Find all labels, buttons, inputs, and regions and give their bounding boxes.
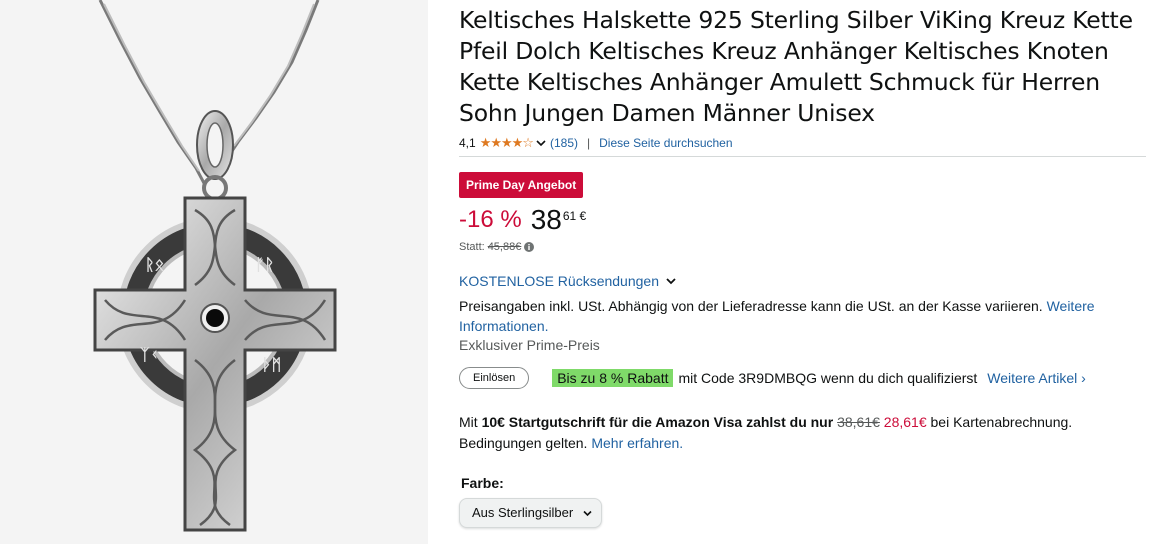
- product-image[interactable]: ᚱᛟ ᚠᚱ ᛉᚲ ᚦᛗ: [0, 0, 428, 544]
- coupon-row: Einlösen Bis zu 8 % Rabatt mit Code 3R9D…: [459, 367, 1086, 389]
- celtic-cross-pendant-icon: ᚱᛟ ᚠᚱ ᛉᚲ ᚦᛗ: [93, 0, 337, 532]
- list-price: Statt: 45,88€: [459, 241, 535, 253]
- search-page-link[interactable]: Diese Seite durchsuchen: [599, 136, 732, 150]
- star-rating-icon[interactable]: ★★★★☆: [480, 135, 534, 151]
- coupon-badge: Bis zu 8 % Rabatt: [552, 369, 674, 387]
- svg-text:ᚠᚱ: ᚠᚱ: [255, 255, 274, 274]
- coupon-text: mit Code 3R9DMBQG wenn du dich qualifizi…: [678, 370, 978, 386]
- deal-badge: Prime Day Angebot: [459, 172, 584, 198]
- price-fraction: 61 €: [562, 209, 587, 223]
- svg-text:ᚱᛟ: ᚱᛟ: [145, 255, 165, 274]
- card-offer-new-price: 28,61€: [883, 414, 927, 430]
- color-dropdown[interactable]: Aus Sterlingsilber: [459, 498, 602, 528]
- card-offer-bold: 10€ Startgutschrift für die Amazon Visa …: [481, 414, 834, 430]
- price-row: -16 % 38 61 €: [459, 204, 586, 236]
- more-items-link[interactable]: Weitere Artikel ›: [987, 370, 1086, 386]
- chevron-down-icon[interactable]: [535, 137, 547, 149]
- divider: [459, 156, 1146, 157]
- chevron-down-icon[interactable]: [665, 275, 677, 287]
- info-icon[interactable]: [524, 242, 535, 252]
- learn-more-link[interactable]: Mehr erfahren.: [591, 435, 683, 451]
- color-label: Farbe:: [461, 475, 504, 491]
- prime-exclusive-label: Exklusiver Prime-Preis: [459, 337, 600, 353]
- rating-count-link[interactable]: (185): [550, 136, 578, 150]
- product-title: Keltisches Halskette 925 Sterling Silber…: [459, 6, 1133, 127]
- svg-text:ᚦᛗ: ᚦᛗ: [262, 355, 281, 374]
- discount-percent: -16 %: [459, 206, 522, 233]
- redeem-button[interactable]: Einlösen: [459, 367, 530, 389]
- card-offer: Mit 10€ Startgutschrift für die Amazon V…: [459, 412, 1149, 454]
- price-whole: 38: [530, 204, 562, 235]
- color-selected-value: Aus Sterlingsilber: [472, 505, 574, 520]
- card-offer-prefix: Mit: [459, 414, 478, 430]
- chevron-down-icon: [583, 510, 592, 517]
- separator: |: [586, 136, 591, 150]
- svg-text:ᛉᚲ: ᛉᚲ: [140, 345, 159, 364]
- card-offer-old-price: 38,61€: [837, 414, 880, 430]
- tax-info: Preisangaben inkl. USt. Abhängig von der…: [459, 296, 1129, 336]
- free-returns-link[interactable]: KOSTENLOSE Rücksendungen: [459, 273, 677, 289]
- rating-value: 4,1: [459, 136, 476, 150]
- returns-label[interactable]: KOSTENLOSE Rücksendungen: [459, 273, 659, 289]
- list-price-value: 45,88€: [487, 241, 522, 253]
- list-price-label: Statt:: [459, 241, 485, 253]
- rating-row: 4,1 ★★★★☆ (185) | Diese Seite durchsuche…: [459, 135, 733, 151]
- tax-text: Preisangaben inkl. USt. Abhängig von der…: [459, 298, 1043, 314]
